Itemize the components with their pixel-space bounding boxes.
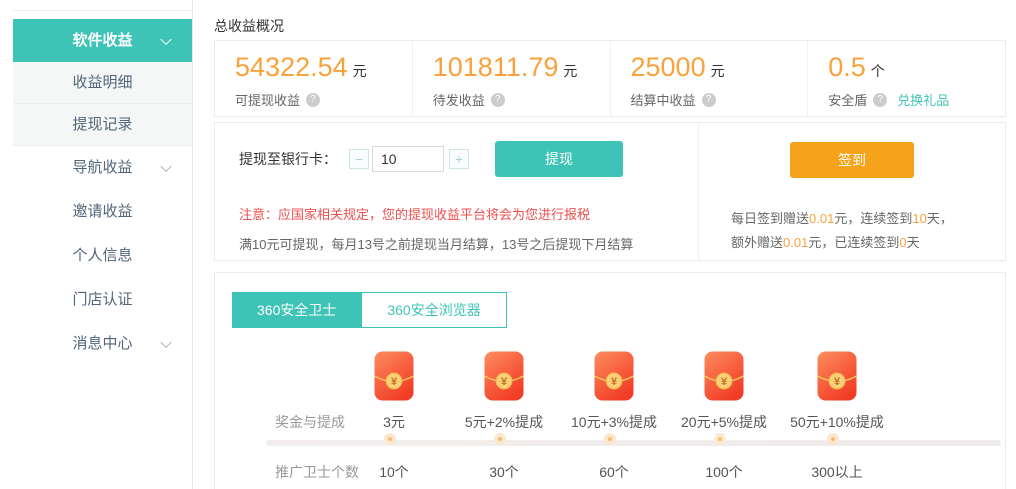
sidebar-item-store-certification[interactable]: 门店认证	[13, 278, 192, 322]
red-envelope-icon: ¥	[817, 351, 857, 401]
help-icon[interactable]: ?	[702, 93, 716, 107]
tab-360-browser[interactable]: 360安全浏览器	[361, 292, 506, 328]
withdraw-amount-input[interactable]	[372, 146, 444, 172]
chevron-down-icon	[160, 337, 171, 348]
help-icon[interactable]: ?	[491, 93, 505, 107]
sidebar-menu: 软件收益 收益明细 提现记录 导航收益 邀请收益 个人信息 门店认证	[13, 10, 192, 366]
stat-label: 安全盾	[828, 90, 867, 109]
milestone-dot	[604, 433, 616, 445]
stat-label: 结算中收益	[631, 90, 696, 109]
sidebar-item-label: 消息中心	[72, 335, 132, 352]
red-envelope-icon: ¥	[484, 351, 524, 401]
withdraw-section: 提现至银行卡： − + 提现 注意：应国家相关规定，您的提现收益平台将会为您进行…	[215, 123, 698, 260]
signin-section: 签到 每日签到赠送0.01元，连续签到10天， 额外赠送0.01元，已连续签到0…	[698, 123, 1005, 260]
sidebar-item-label: 个人信息	[72, 247, 132, 264]
milestone-dot	[827, 433, 839, 445]
red-envelope-icon: ¥	[594, 351, 634, 401]
stat-value: 54322.54	[235, 52, 348, 82]
sidebar-item-personal-info[interactable]: 个人信息	[13, 234, 192, 278]
signin-description: 每日签到赠送0.01元，连续签到10天， 额外赠送0.01元，已连续签到0天	[731, 207, 1005, 255]
svg-text:¥: ¥	[834, 376, 841, 388]
page-title: 总收益概况	[214, 16, 284, 36]
withdraw-rules: 满10元可提现，每月13号之前提现当月结算，13号之后提现下月结算	[239, 234, 698, 253]
sidebar-item-software-earnings[interactable]: 软件收益	[13, 19, 192, 62]
milestone-dot	[714, 433, 726, 445]
chevron-down-icon	[160, 161, 171, 172]
exchange-gift-link[interactable]: 兑换礼品	[897, 90, 949, 109]
tier-bonus: 20元+5%提成	[659, 412, 789, 432]
stat-label: 可提现收益	[235, 90, 300, 109]
red-envelope-icon: ¥	[704, 351, 744, 401]
svg-text:¥: ¥	[611, 376, 618, 388]
main-content: 总收益概况 54322.54元 可提现收益? 101811.79元 待发收益? …	[214, 0, 1008, 489]
withdraw-button[interactable]: 提现	[495, 141, 623, 177]
stats-card: 54322.54元 可提现收益? 101811.79元 待发收益? 25000元…	[214, 40, 1006, 117]
tier-bonus: 50元+10%提成	[772, 412, 902, 432]
actions-card: 提现至银行卡： − + 提现 注意：应国家相关规定，您的提现收益平台将会为您进行…	[214, 122, 1006, 261]
stat-unit: 元	[353, 63, 367, 79]
svg-text:¥: ¥	[501, 376, 508, 388]
stat-value: 25000	[631, 52, 706, 82]
tier-count: 300以上	[772, 462, 902, 482]
chevron-down-icon	[160, 33, 171, 44]
promo-card: 360安全卫士 360安全浏览器 ¥ ¥ ¥ ¥ ¥ 奖金与提成 3元 5元+2…	[214, 272, 1006, 489]
help-icon[interactable]: ?	[873, 93, 887, 107]
stat-value: 101811.79	[433, 52, 559, 82]
tab-360-safeguard[interactable]: 360安全卫士	[232, 292, 361, 328]
milestone-track	[266, 440, 1001, 446]
svg-text:¥: ¥	[721, 376, 728, 388]
amount-decrease-button[interactable]: −	[349, 149, 369, 169]
stat-unit: 个	[871, 63, 885, 79]
sidebar: 软件收益 收益明细 提现记录 导航收益 邀请收益 个人信息 门店认证	[0, 0, 193, 489]
sidebar-item-label: 邀请收益	[72, 203, 132, 220]
stat-unit: 元	[711, 63, 725, 79]
stat-settling: 25000 元 结算中收益?	[611, 41, 809, 116]
product-tabs: 360安全卫士 360安全浏览器	[232, 292, 507, 328]
sidebar-item-label: 提现记录	[72, 116, 132, 133]
amount-increase-button[interactable]: +	[449, 149, 469, 169]
stat-withdrawable: 54322.54 元 可提现收益?	[215, 41, 413, 116]
milestone-dot	[384, 433, 396, 445]
withdraw-to-bank-label: 提现至银行卡：	[239, 149, 337, 169]
signin-button[interactable]: 签到	[790, 142, 914, 178]
sidebar-item-message-center[interactable]: 消息中心	[13, 322, 192, 366]
stat-label: 待发收益	[433, 90, 485, 109]
stat-unit: 元	[563, 63, 577, 79]
sidebar-item-invite-earnings[interactable]: 邀请收益	[13, 190, 192, 234]
sidebar-item-label: 收益明细	[72, 74, 132, 91]
tier-count: 100个	[659, 462, 789, 482]
stat-security-shield: 0.5 个 安全盾? 兑换礼品	[808, 41, 1005, 116]
sidebar-item-withdraw-records[interactable]: 提现记录	[13, 104, 192, 146]
stat-value: 0.5	[828, 52, 866, 82]
milestone-dot	[494, 433, 506, 445]
sidebar-item-label: 门店认证	[72, 291, 132, 308]
sidebar-item-earnings-detail[interactable]: 收益明细	[13, 62, 192, 104]
help-icon[interactable]: ?	[306, 93, 320, 107]
svg-text:¥: ¥	[391, 376, 398, 388]
red-envelope-icon: ¥	[374, 351, 414, 401]
sidebar-item-label: 导航收益	[72, 159, 132, 176]
sidebar-item-nav-earnings[interactable]: 导航收益	[13, 146, 192, 190]
tax-notice: 注意：应国家相关规定，您的提现收益平台将会为您进行报税	[239, 204, 698, 223]
sidebar-item-label: 软件收益	[72, 32, 132, 49]
stat-pending: 101811.79元 待发收益?	[413, 41, 611, 116]
page: 软件收益 收益明细 提现记录 导航收益 邀请收益 个人信息 门店认证	[0, 0, 1016, 489]
